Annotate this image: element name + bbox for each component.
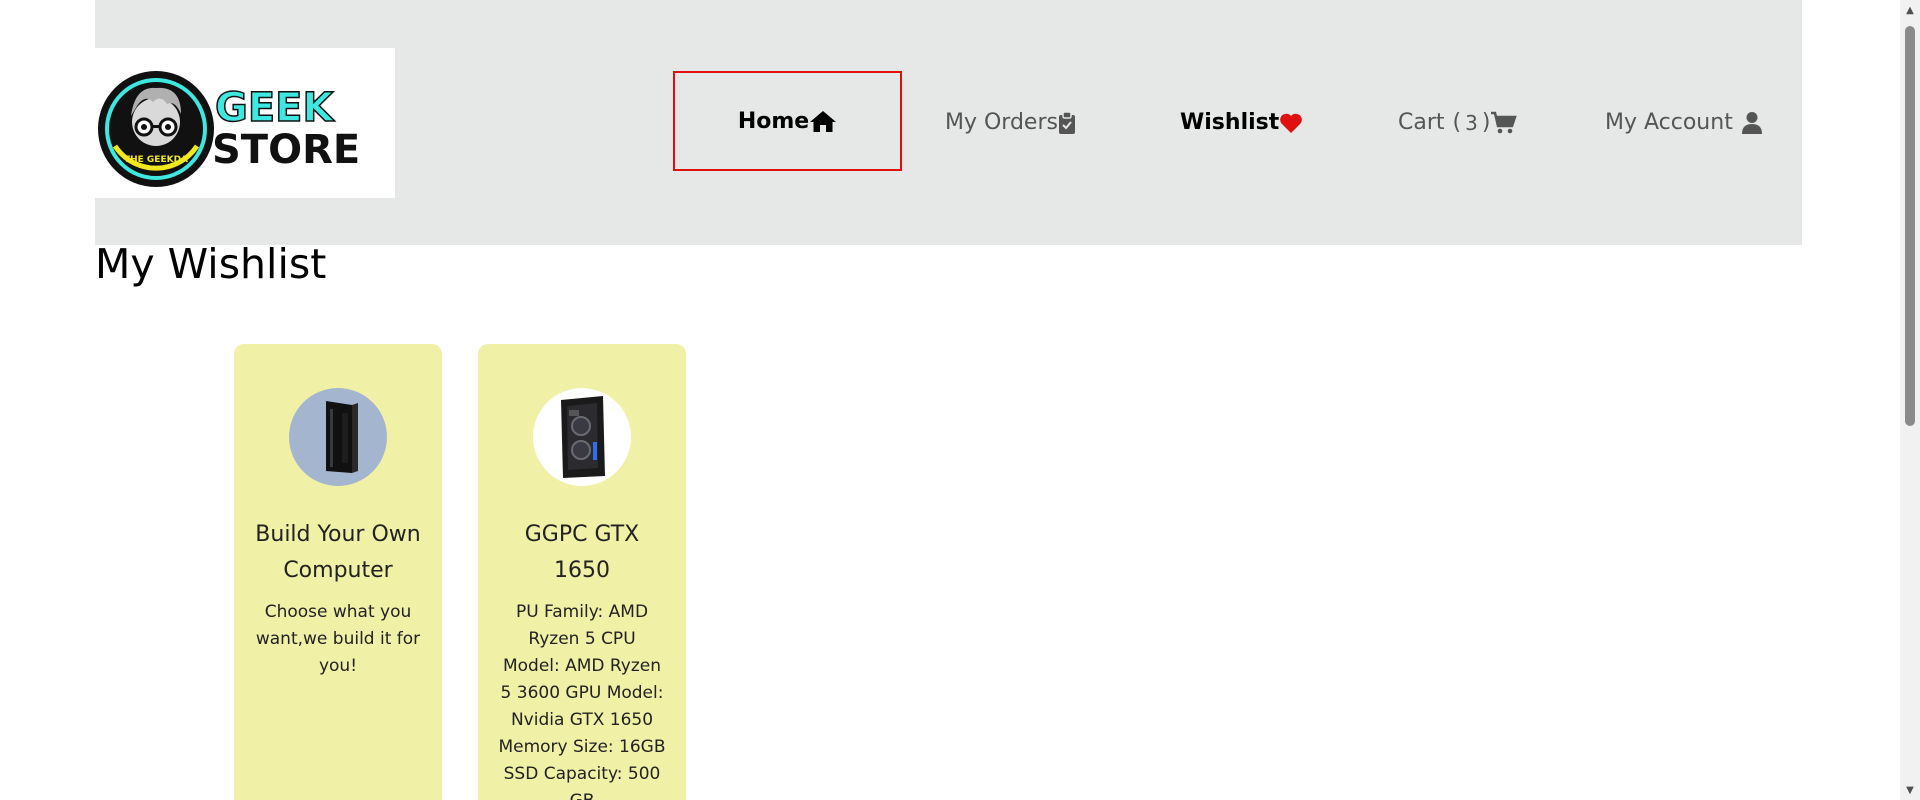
logo-text-geek: GEEK — [215, 85, 335, 131]
nav-home-label: Home — [737, 108, 810, 134]
product-name: GGPC GTX 1650 — [524, 522, 640, 583]
nav-wishlist[interactable]: Wishlist — [1180, 100, 1303, 145]
nav-my-account[interactable]: My Account — [1605, 100, 1763, 145]
home-icon — [809, 109, 837, 133]
product-description: PU Family: AMD Ryzen 5 CPU Model: AMD Ry… — [498, 602, 666, 800]
site-header: THE GEEKDA GEEK STORE Home My Orders Wis… — [95, 0, 1802, 245]
nav-my-orders-label: My Orders — [945, 110, 1058, 135]
nav-my-orders[interactable]: My Orders — [945, 100, 1076, 145]
nav-cart[interactable]: Cart ( 3 ) — [1398, 100, 1518, 145]
scroll-up-arrow-icon[interactable]: ▲ — [1900, 0, 1920, 20]
nav-cart-label: Cart — [1398, 110, 1445, 135]
product-image[interactable] — [289, 388, 387, 486]
wishlist-card[interactable]: GGPC GTX 1650 PU Family: AMD Ryzen 5 CPU… — [478, 344, 686, 800]
logo-text-store: STORE — [212, 127, 360, 173]
cart-icon — [1490, 111, 1518, 135]
pc-case-image — [326, 401, 358, 473]
heart-icon — [1279, 112, 1303, 134]
page-title: My Wishlist — [95, 240, 327, 288]
product-name: Build Your Own Computer — [255, 522, 421, 583]
store-logo[interactable]: THE GEEKDA GEEK STORE — [95, 48, 395, 198]
cart-count: 3 — [1465, 110, 1478, 135]
logo-small-text: THE GEEKDA — [124, 155, 188, 165]
product-image[interactable] — [533, 388, 631, 486]
page: THE GEEKDA GEEK STORE Home My Orders Wis… — [0, 0, 1920, 800]
scrollbar-thumb[interactable] — [1905, 26, 1915, 426]
cart-paren-open: ( — [1452, 110, 1462, 135]
nav-home[interactable]: Home — [673, 71, 902, 171]
pc-case-image — [561, 396, 605, 478]
clipboard-icon — [1058, 110, 1076, 135]
logo-pupil-left — [141, 124, 147, 130]
wishlist-grid: Build Your Own Computer Choose what you … — [234, 344, 686, 800]
nav-wishlist-label: Wishlist — [1180, 110, 1280, 135]
page-scrollbar[interactable]: ▲ ▼ — [1900, 0, 1920, 800]
logo-pupil-right — [165, 124, 171, 130]
wishlist-card[interactable]: Build Your Own Computer Choose what you … — [234, 344, 442, 800]
logo-glasses-bridge — [152, 125, 160, 128]
cart-paren-close: ) — [1481, 110, 1491, 135]
store-logo-graphic: THE GEEKDA GEEK STORE — [98, 71, 360, 187]
nav-my-account-label: My Account — [1605, 110, 1733, 135]
user-icon — [1741, 111, 1763, 135]
scroll-down-arrow-icon[interactable]: ▼ — [1900, 780, 1920, 800]
product-description: Choose what you want,we build it for you… — [255, 602, 421, 676]
